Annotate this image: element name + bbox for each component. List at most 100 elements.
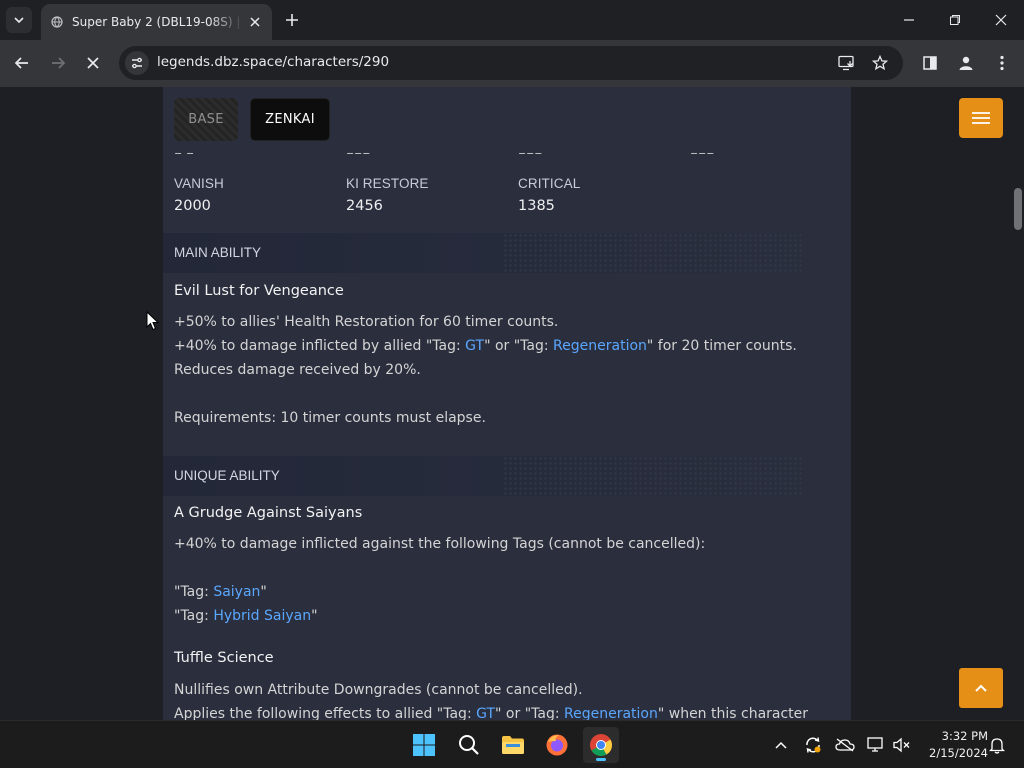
tag-link-saiyan[interactable]: Saiyan: [213, 584, 260, 600]
mouse-cursor-icon: [146, 311, 160, 331]
main-ability-line: +40% to damage inflicted by allied "Tag:…: [174, 338, 797, 354]
system-clock[interactable]: 3:32 PM 2/15/2024: [918, 728, 988, 762]
tune-icon: [132, 57, 142, 69]
tab-title: Super Baby 2 (DBL19-08S) | Characters: [72, 15, 244, 29]
file-explorer-button[interactable]: [495, 727, 531, 763]
new-tab-button[interactable]: [280, 8, 304, 32]
browser-tab-strip: Super Baby 2 (DBL19-08S) | Characters: [0, 0, 1024, 40]
site-menu-button[interactable]: [959, 98, 1003, 138]
stat-label-critical: CRITICAL: [518, 176, 581, 191]
header-pattern: [503, 456, 803, 496]
stat-label-vanish: VANISH: [174, 176, 224, 191]
close-tab-icon[interactable]: [246, 13, 264, 31]
unique-ability-line: Nullifies own Attribute Downgrades (cann…: [174, 682, 583, 698]
globe-icon: [51, 16, 63, 28]
site-info-button[interactable]: [125, 51, 149, 75]
unique-ability-name: Tuffle Science: [174, 650, 274, 666]
zenkai-button[interactable]: ZENKAI: [250, 98, 330, 141]
cut-off-stat: ▪▪▪: [346, 148, 370, 154]
tag-link-regeneration[interactable]: Regeneration: [553, 338, 647, 354]
tag-link-hybrid-saiyan[interactable]: Hybrid Saiyan: [213, 608, 311, 624]
tag-link-regeneration[interactable]: Regeneration: [564, 706, 658, 720]
bookmark-star-icon[interactable]: [869, 52, 891, 74]
sync-tray-icon[interactable]: [803, 735, 823, 755]
cut-off-stat: ▪ ▪: [174, 148, 194, 154]
close-icon: [87, 57, 99, 69]
search-button[interactable]: [451, 727, 487, 763]
show-hidden-icons-button[interactable]: [771, 735, 791, 755]
header-pattern: [503, 233, 803, 273]
unique-ability-line: Applies the following effects to allied …: [174, 706, 809, 720]
unique-ability-line: +40% to damage inflicted against the fol…: [174, 536, 706, 552]
unique-ability-tag: "Tag: Hybrid Saiyan": [174, 608, 318, 624]
cut-off-stat: ▪▪▪: [518, 148, 542, 154]
scroll-to-top-button[interactable]: [959, 668, 1003, 708]
stop-loading-button[interactable]: [78, 48, 108, 78]
notifications-bell-icon[interactable]: [987, 735, 1007, 755]
close-icon: [995, 14, 1007, 26]
firefox-icon: [546, 734, 568, 756]
browser-menu-button[interactable]: [987, 48, 1017, 78]
chrome-button[interactable]: [583, 727, 619, 763]
main-ability-requirements: Requirements: 10 timer counts must elaps…: [174, 410, 486, 426]
side-panel-button[interactable]: [915, 48, 945, 78]
network-tray-icon[interactable]: [866, 735, 886, 755]
user-icon: [959, 56, 973, 70]
scrollbar-thumb[interactable]: [1014, 188, 1022, 230]
forward-button[interactable]: [43, 48, 73, 78]
tag-link-gt[interactable]: GT: [476, 706, 495, 720]
cut-off-stat: ▪▪▪: [690, 148, 714, 154]
onedrive-tray-icon[interactable]: [835, 735, 855, 755]
main-ability-header: MAIN ABILITY: [163, 233, 851, 273]
unique-ability-header: UNIQUE ABILITY: [163, 456, 851, 496]
volume-muted-icon[interactable]: [892, 735, 912, 755]
restore-button[interactable]: [932, 0, 978, 40]
clock-date: 2/15/2024: [929, 746, 988, 760]
windows-logo-icon: [413, 734, 435, 756]
main-ability-line: +50% to allies' Health Restoration for 6…: [174, 314, 559, 330]
url-text: legends.dbz.space/characters/290: [157, 54, 390, 70]
windows-taskbar: 3:32 PM 2/15/2024: [0, 720, 1024, 768]
stat-value-ki-restore: 2456: [346, 198, 383, 214]
browser-tab[interactable]: Super Baby 2 (DBL19-08S) | Characters: [41, 4, 272, 40]
clock-time: 3:32 PM: [941, 729, 988, 743]
chevron-up-icon: [775, 741, 787, 749]
chrome-icon: [590, 734, 612, 756]
stat-label-ki-restore: KI RESTORE: [346, 176, 429, 191]
section-title: UNIQUE ABILITY: [174, 468, 280, 483]
stat-value-critical: 1385: [518, 198, 555, 214]
hamburger-menu-icon: [972, 112, 990, 124]
tab-search-button[interactable]: [6, 7, 32, 33]
main-ability-name: Evil Lust for Vengeance: [174, 283, 344, 299]
plus-icon: [286, 14, 298, 26]
arrow-right-icon: [52, 57, 66, 69]
stat-value-vanish: 2000: [174, 198, 211, 214]
tag-link-gt[interactable]: GT: [465, 338, 484, 354]
minimize-button[interactable]: [886, 0, 932, 40]
active-indicator: [596, 758, 606, 761]
chevron-down-icon: [14, 17, 24, 24]
character-detail-panel: ▪ ▪ ▪▪▪ ▪▪▪ ▪▪▪ VANISH 2000 KI RESTORE 2…: [163, 87, 851, 720]
install-app-icon[interactable]: [836, 52, 858, 74]
back-button[interactable]: [7, 48, 37, 78]
close-window-button[interactable]: [978, 0, 1024, 40]
restore-icon: [950, 15, 960, 25]
base-button[interactable]: BASE: [174, 98, 238, 141]
arrow-left-icon: [14, 57, 28, 69]
folder-icon: [502, 736, 524, 754]
address-bar[interactable]: legends.dbz.space/characters/290: [119, 46, 903, 80]
unique-ability-name: A Grudge Against Saiyans: [174, 505, 363, 521]
firefox-button[interactable]: [539, 727, 575, 763]
profile-button[interactable]: [951, 48, 981, 78]
chevron-up-icon: [975, 684, 987, 692]
start-button[interactable]: [406, 727, 442, 763]
side-panel-icon: [923, 56, 937, 70]
search-icon: [459, 735, 479, 755]
browser-toolbar: legends.dbz.space/characters/290: [0, 40, 1024, 87]
page-viewport: ▪ ▪ ▪▪▪ ▪▪▪ ▪▪▪ VANISH 2000 KI RESTORE 2…: [0, 87, 1024, 720]
minimize-icon: [904, 19, 914, 21]
unique-ability-tag: "Tag: Saiyan": [174, 584, 267, 600]
main-ability-line: Reduces damage received by 20%.: [174, 362, 421, 378]
section-title: MAIN ABILITY: [174, 245, 262, 260]
more-vertical-icon: [1000, 55, 1004, 71]
